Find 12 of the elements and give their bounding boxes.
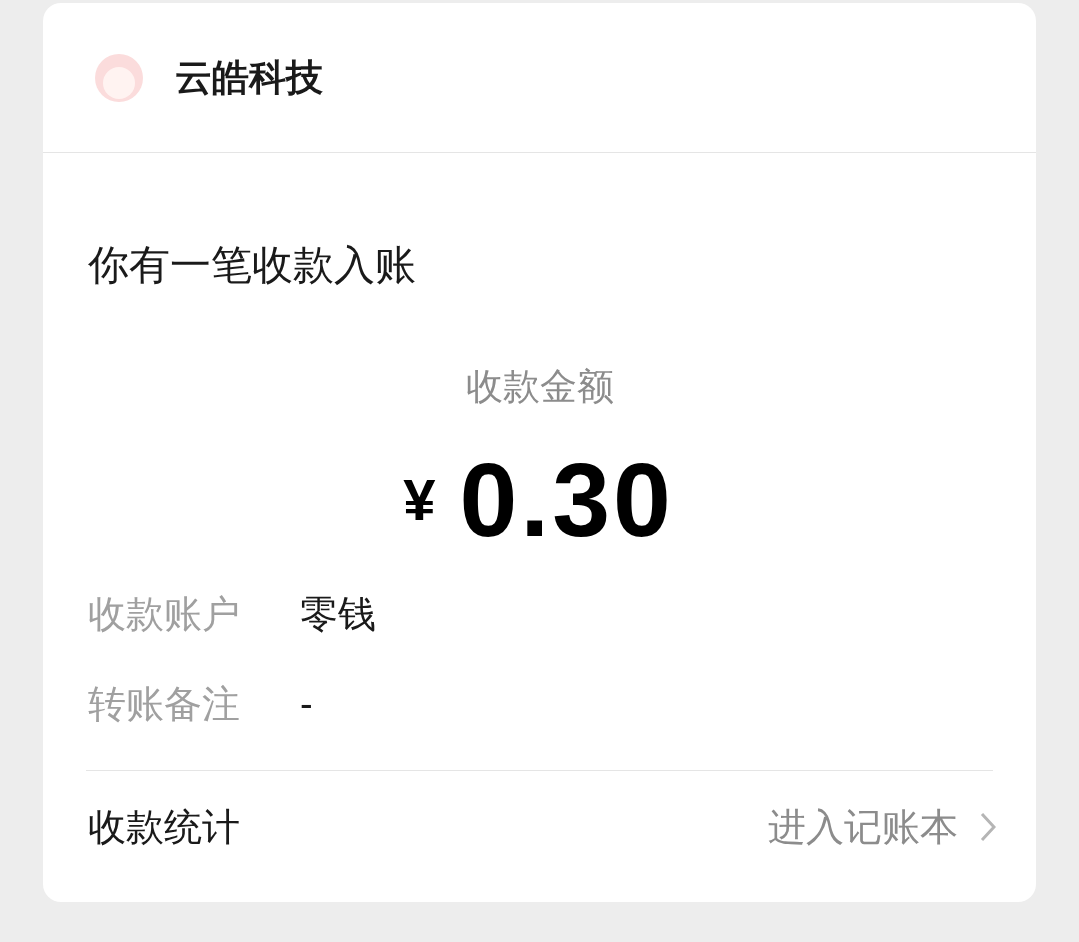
detail-label: 转账备注: [88, 681, 241, 727]
ledger-link[interactable]: 进入记账本: [768, 798, 996, 856]
detail-label: 收款账户: [88, 591, 241, 637]
amount-value: 0.30: [459, 448, 674, 552]
detail-value: 零钱: [300, 591, 376, 637]
amount-label: 收款金额: [465, 365, 614, 409]
merchant-name: 云皓科技: [175, 55, 323, 100]
notice-heading: 你有一笔收款入账: [88, 241, 416, 290]
detail-value: -: [300, 681, 313, 727]
footer-label: 收款统计: [88, 804, 240, 850]
chevron-right-icon: [980, 812, 996, 842]
currency-symbol: ¥: [403, 471, 436, 529]
